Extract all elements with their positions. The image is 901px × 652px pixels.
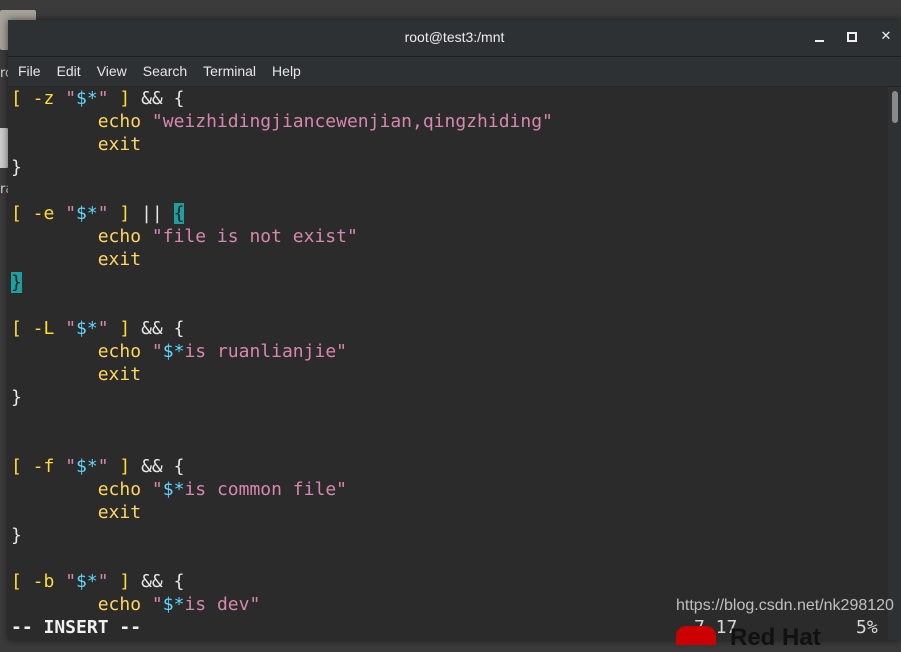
code-line: } xyxy=(11,387,22,408)
close-icon[interactable]: ✕ xyxy=(875,26,897,48)
terminal-editor[interactable]: [ -z "$*" ] && { echo "weizhidingjiancew… xyxy=(8,87,901,640)
menu-view[interactable]: View xyxy=(89,57,135,86)
menu-bar: File Edit View Search Terminal Help xyxy=(8,57,901,87)
code-line: exit xyxy=(97,134,142,155)
menu-edit[interactable]: Edit xyxy=(49,57,89,86)
code-line: [ -z "$*" ] && { xyxy=(11,88,185,109)
code-line: exit xyxy=(97,249,142,270)
matched-brace: { xyxy=(173,203,185,224)
matched-brace: } xyxy=(11,272,22,293)
maximize-icon[interactable] xyxy=(841,26,863,48)
minimize-icon[interactable] xyxy=(808,26,830,48)
code-line: echo "$*is ruanlianjie" xyxy=(97,341,347,362)
code-line: [ -e "$*" ] || { xyxy=(11,203,185,224)
scroll-percent: 5% xyxy=(856,617,878,638)
code-line: echo "file is not exist" xyxy=(97,226,358,247)
code-line: } xyxy=(11,271,22,294)
code-line: echo "$*is dev" xyxy=(97,594,261,615)
watermark: https://blog.csdn.net/nk298120 xyxy=(676,597,894,614)
code-line: echo "weizhidingjiancewenjian,qingzhidin… xyxy=(97,111,553,132)
window-title: root@test3:/mnt xyxy=(404,29,505,45)
menu-help[interactable]: Help xyxy=(264,57,309,86)
code-line: exit xyxy=(97,502,142,523)
scrollbar-thumb[interactable] xyxy=(892,91,898,123)
title-bar[interactable]: root@test3:/mnt ✕ xyxy=(8,20,901,57)
scrollbar[interactable] xyxy=(888,87,901,640)
menu-terminal[interactable]: Terminal xyxy=(195,57,264,86)
code-line: [ -b "$*" ] && { xyxy=(11,571,185,592)
code-line: } xyxy=(11,525,22,546)
code-line: } xyxy=(11,157,22,178)
menu-search[interactable]: Search xyxy=(135,57,195,86)
code-line: [ -L "$*" ] && { xyxy=(11,318,185,339)
code-line: exit xyxy=(97,364,142,385)
menu-file[interactable]: File xyxy=(10,57,49,86)
terminal-window: root@test3:/mnt ✕ File Edit View Search … xyxy=(8,20,901,640)
code-line: echo "$*is common file" xyxy=(97,479,347,500)
redhat-logo-text: Red Hat xyxy=(730,624,821,651)
vim-mode-indicator: -- INSERT -- xyxy=(11,617,142,638)
code-line: [ -f "$*" ] && { xyxy=(11,456,185,477)
redhat-logo-icon xyxy=(676,626,716,645)
